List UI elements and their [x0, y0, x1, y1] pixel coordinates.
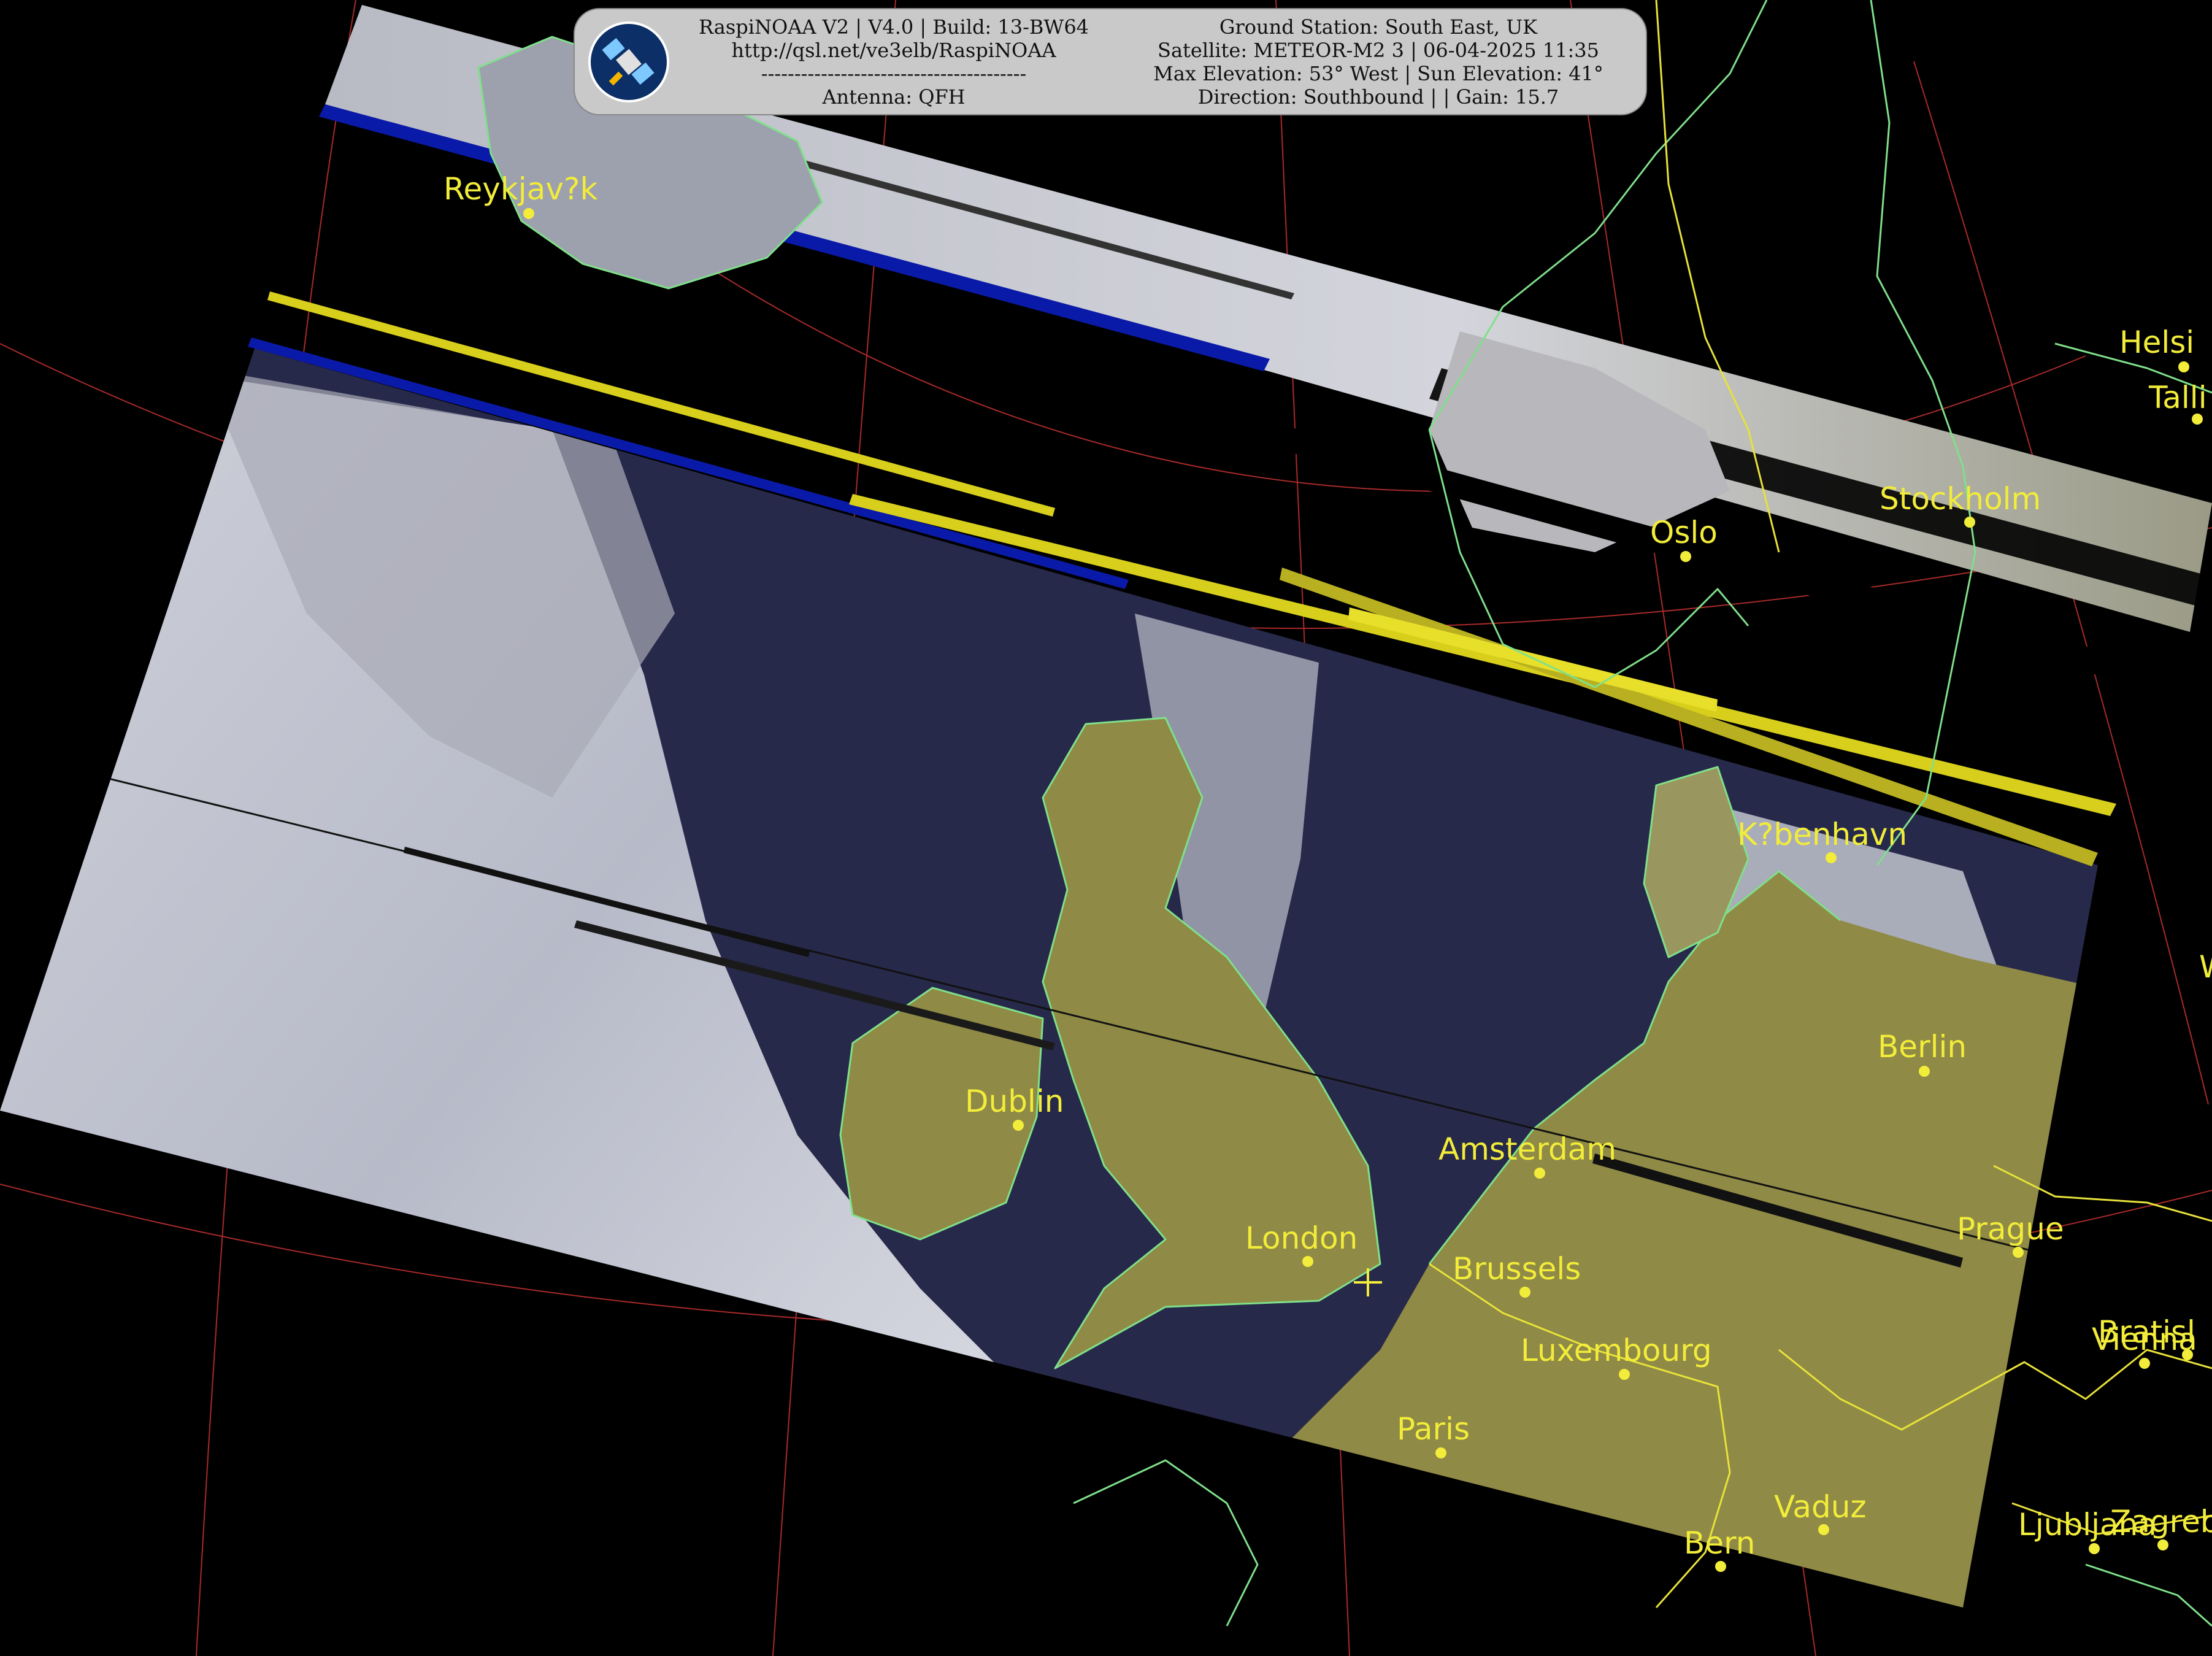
city-zagreb: Zagreb: [2110, 1504, 2212, 1550]
software-version: RaspiNOAA V2 | V4.0 | Build: 13-BW64: [698, 15, 1089, 39]
svg-text:Luxembourg: Luxembourg: [1521, 1333, 1712, 1368]
city-tallinn: Talli: [2148, 380, 2207, 425]
elevation-info: Max Elevation: 53° West | Sun Elevation:…: [1153, 62, 1603, 85]
svg-text:Amsterdam: Amsterdam: [1438, 1131, 1616, 1167]
ground-station-info: Ground Station: South East, UK: [1219, 15, 1538, 39]
svg-text:Vaduz: Vaduz: [1774, 1489, 1867, 1525]
pass-info-right: Ground Station: South East, UK Satellite…: [1127, 15, 1630, 109]
city-helsinki: Helsi: [2119, 325, 2194, 372]
svg-text:W: W: [2199, 949, 2212, 985]
info-header-panel: RaspiNOAA V2 | V4.0 | Build: 13-BW64 htt…: [574, 8, 1647, 115]
direction-gain-info: Direction: Southbound | | Gain: 15.7: [1197, 85, 1559, 109]
satellite-image-map: Reykjav?k Oslo Stockholm Helsi Talli K?b…: [0, 0, 2212, 1656]
svg-text:Berlin: Berlin: [1878, 1029, 1967, 1065]
city-partial-w: W: [2199, 949, 2212, 985]
svg-text:Zagreb: Zagreb: [2110, 1504, 2212, 1539]
svg-text:Oslo: Oslo: [1650, 515, 1718, 550]
svg-text:Reykjav?k: Reykjav?k: [444, 171, 597, 207]
satellite-info: Satellite: METEOR-M2 3 | 06-04-2025 11:3…: [1158, 39, 1599, 62]
svg-text:Dublin: Dublin: [965, 1084, 1064, 1119]
svg-text:Paris: Paris: [1397, 1411, 1470, 1447]
svg-text:Talli: Talli: [2148, 380, 2207, 415]
svg-text:Bratisl: Bratisl: [2098, 1314, 2195, 1350]
antenna-info: Antenna: QFH: [822, 85, 966, 109]
svg-text:Prague: Prague: [1957, 1211, 2064, 1247]
satellite-icon: [588, 21, 669, 102]
svg-text:Stockholm: Stockholm: [1880, 481, 2041, 517]
svg-text:Brussels: Brussels: [1453, 1251, 1581, 1287]
station-info-left: RaspiNOAA V2 | V4.0 | Build: 13-BW64 htt…: [679, 15, 1108, 109]
svg-text:Helsi: Helsi: [2119, 325, 2194, 360]
svg-text:London: London: [1245, 1220, 1358, 1256]
svg-text:Bern: Bern: [1684, 1525, 1755, 1561]
separator-line: ----------------------------------------: [761, 62, 1027, 85]
svg-text:K?benhavn: K?benhavn: [1737, 817, 1907, 852]
project-url: http://qsl.net/ve3elb/RaspiNOAA: [731, 39, 1056, 62]
